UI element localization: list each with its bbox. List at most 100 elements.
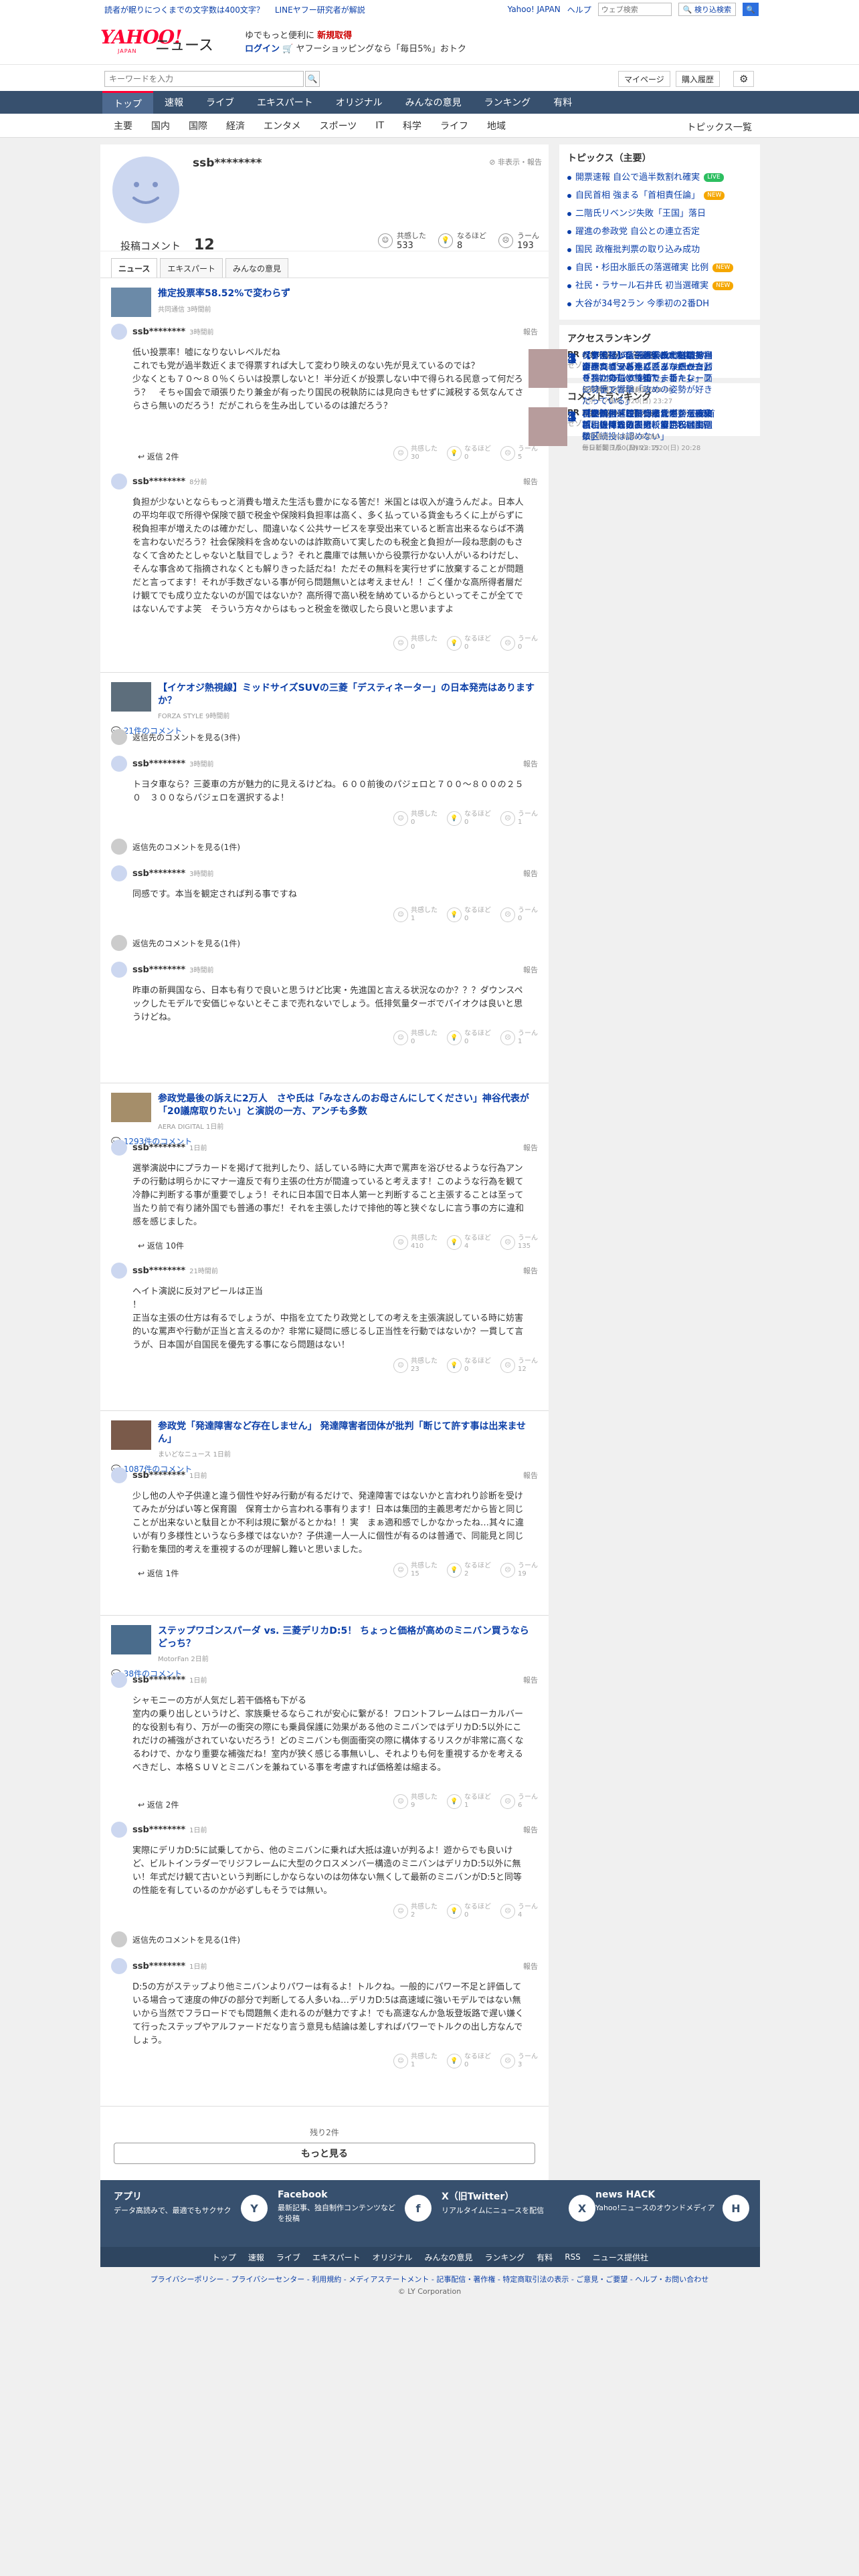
commenter-name[interactable]: ssb******** 1日前 — [132, 1142, 207, 1153]
show-parent-comment[interactable]: 返信先のコメントを見る(1件) — [111, 1931, 240, 1947]
commenter-avatar[interactable] — [111, 756, 127, 772]
empathy-button[interactable]: ☺ 共感した 15 — [393, 1562, 438, 1578]
gnav-top[interactable]: トップ — [102, 91, 153, 114]
report-link[interactable]: 報告 — [523, 868, 538, 879]
footer-nav-item[interactable]: 有料 — [537, 2252, 553, 2263]
report-link[interactable]: 報告 — [523, 1824, 538, 1835]
show-parent-comment[interactable]: 返信先のコメントを見る(3件) — [111, 729, 240, 745]
article-title[interactable]: 参政党「発達障害など存在しません」 発達障害者団体が批判「断じて許す事は出来ませ… — [158, 1420, 538, 1446]
topic-item[interactable]: 開票速報 自公で過半数割れ確実 LIVE — [567, 169, 752, 187]
topics-list-link[interactable]: トピックス一覧 — [686, 120, 752, 134]
tab-news[interactable]: ニュース — [111, 258, 158, 278]
footer-nav-item[interactable]: みんなの意見 — [425, 2252, 473, 2263]
signup-link[interactable]: 新規取得 — [317, 31, 352, 41]
commenter-avatar[interactable] — [111, 473, 127, 490]
footer-nav-item[interactable]: オリジナル — [373, 2252, 413, 2263]
commenter-avatar[interactable] — [111, 865, 127, 881]
article-thumbnail[interactable] — [111, 288, 151, 317]
hmm-button[interactable]: ☹ うーん 5 — [500, 445, 538, 461]
commenter-name[interactable]: ssb******** 3時間前 — [132, 758, 214, 769]
commenter-name[interactable]: ssb******** 21時間前 — [132, 1265, 218, 1276]
hide-report-link[interactable]: ⊘ 非表示・報告 — [489, 156, 542, 167]
article-title[interactable]: 推定投票率58.52%で変わらず — [158, 288, 538, 300]
topic-item[interactable]: 大谷が34号2ラン 今季初の2番DH — [567, 295, 752, 313]
empathy-button[interactable]: ☺ 共感した 2 — [393, 1903, 438, 1919]
site-title[interactable]: ニュース — [155, 33, 213, 55]
policy-links[interactable]: プライバシーポリシー - プライバシーセンター - 利用規約 - メディアステー… — [0, 2274, 859, 2286]
empathy-button[interactable]: ☺ 共感した 0 — [393, 1030, 438, 1046]
insight-button[interactable]: 💡 なるほど 0 — [447, 445, 491, 461]
gnav-opinion[interactable]: みんなの意見 — [394, 91, 473, 114]
keyword-search-input[interactable] — [104, 71, 304, 87]
hmm-button[interactable]: ☹ うーん 0 — [500, 907, 538, 923]
article-title[interactable]: 参政党最後の訴えに2万人 さや氏は「みなさんのお母さんにしてください」神谷代表が… — [158, 1093, 538, 1118]
gnav-ranking[interactable]: ランキング — [473, 91, 543, 114]
hmm-button[interactable]: ☹ うーん 19 — [500, 1562, 538, 1578]
footer-nav-item[interactable]: 速報 — [248, 2252, 264, 2263]
topic-item[interactable]: 自民首相 強まる「首相責任論」 NEW — [567, 187, 752, 205]
reply-link[interactable]: ↩ 返信 10件 — [138, 1240, 184, 1251]
cat-world[interactable]: 国際 — [179, 114, 217, 138]
footer-x[interactable]: X（旧Twitter） リアルタイムにニュースを配信 X — [442, 2189, 595, 2222]
hmm-button[interactable]: ☹ うーん 1 — [500, 1030, 538, 1046]
load-more-button[interactable]: もっと見る — [114, 2143, 535, 2164]
insight-button[interactable]: 💡 なるほど 0 — [447, 1358, 491, 1374]
report-link[interactable]: 報告 — [523, 1961, 538, 1971]
insight-button[interactable]: 💡 なるほど 0 — [447, 907, 491, 923]
report-link[interactable]: 報告 — [523, 1675, 538, 1685]
cat-life[interactable]: ライフ — [431, 114, 478, 138]
insight-button[interactable]: 💡 なるほど 0 — [447, 635, 491, 651]
insight-button[interactable]: 💡 なるほど 0 — [447, 2053, 491, 2069]
yahoo-japan-link[interactable]: Yahoo! JAPAN — [508, 5, 561, 14]
login-link[interactable]: ログイン — [245, 44, 280, 54]
hmm-button[interactable]: ☹ うーん 0 — [500, 635, 538, 651]
empathy-button[interactable]: ☺ 共感した 1 — [393, 907, 438, 923]
commenter-name[interactable]: ssb******** 3時間前 — [132, 868, 214, 879]
empathy-button[interactable]: ☺ 共感した 30 — [393, 445, 438, 461]
commenter-avatar[interactable] — [111, 1140, 127, 1156]
insight-button[interactable]: 💡 なるほど 0 — [447, 1903, 491, 1919]
empathy-button[interactable]: ☺ 共感した 410 — [393, 1235, 438, 1251]
reply-link[interactable]: ↩ 返信 2件 — [138, 1799, 179, 1810]
cat-it[interactable]: IT — [366, 114, 393, 138]
footer-nav-item[interactable]: RSS — [565, 2252, 581, 2262]
topic-item[interactable]: 自民・杉田水脈氏の落選確実 比例 NEW — [567, 259, 752, 277]
empathy-button[interactable]: ☺ 共感した 23 — [393, 1358, 438, 1374]
report-link[interactable]: 報告 — [523, 326, 538, 337]
commenter-name[interactable]: ssb******** 8分前 — [132, 476, 207, 487]
gnav-flash[interactable]: 速報 — [153, 91, 195, 114]
gnav-original[interactable]: オリジナル — [324, 91, 394, 114]
empathy-button[interactable]: ☺ 共感した 0 — [393, 811, 438, 827]
commenter-avatar[interactable] — [111, 1958, 127, 1974]
hmm-button[interactable]: ☹ うーん 3 — [500, 2053, 538, 2069]
commenter-avatar[interactable] — [111, 1672, 127, 1688]
report-link[interactable]: 報告 — [523, 476, 538, 487]
tab-expert[interactable]: エキスパート — [160, 258, 223, 278]
commenter-avatar[interactable] — [111, 1822, 127, 1838]
hmm-button[interactable]: ☹ うーん 1 — [500, 811, 538, 827]
topic-item[interactable]: 躍進の参政党 自公との連立否定 — [567, 223, 752, 241]
article-title[interactable]: ステップワゴンスパーダ vs. 三菱デリカD:5！ ちょっと価格が高めのミニバン… — [158, 1625, 538, 1650]
insight-button[interactable]: 💡 なるほど 2 — [447, 1562, 491, 1578]
cat-science[interactable]: 科学 — [393, 114, 431, 138]
article-thumbnail[interactable] — [111, 1093, 151, 1122]
show-parent-comment[interactable]: 返信先のコメントを見る(1件) — [111, 935, 240, 951]
report-link[interactable]: 報告 — [523, 1142, 538, 1153]
commenter-avatar[interactable] — [111, 1263, 127, 1279]
yahoo-logo[interactable]: YAHOO! JAPAN — [100, 28, 182, 55]
reply-link[interactable]: ↩ 返信 2件 — [138, 451, 179, 462]
article-title[interactable]: 【イケオジ熱視線】ミッドサイズSUVの三菱「デスティネーター」の日本発売はありま… — [158, 682, 538, 708]
footer-app[interactable]: アプリ データ高読みで、最適でもサクサク Y — [114, 2189, 268, 2222]
commenter-name[interactable]: ssb******** 3時間前 — [132, 326, 214, 337]
empathy-button[interactable]: ☺ 共感した 0 — [393, 635, 438, 651]
cat-sports[interactable]: スポーツ — [310, 114, 367, 138]
commenter-avatar[interactable] — [111, 324, 127, 340]
topic-item[interactable]: 国民 政権批判票の取り込み成功 — [567, 241, 752, 259]
cat-entertainment[interactable]: エンタメ — [254, 114, 310, 138]
hmm-button[interactable]: ☹ うーん 12 — [500, 1358, 538, 1374]
cat-main[interactable]: 主要 — [104, 114, 142, 138]
cat-local[interactable]: 地域 — [478, 114, 515, 138]
article-thumbnail[interactable] — [111, 1625, 151, 1654]
report-link[interactable]: 報告 — [523, 1265, 538, 1276]
commenter-name[interactable]: ssb******** 1日前 — [132, 1961, 207, 1971]
